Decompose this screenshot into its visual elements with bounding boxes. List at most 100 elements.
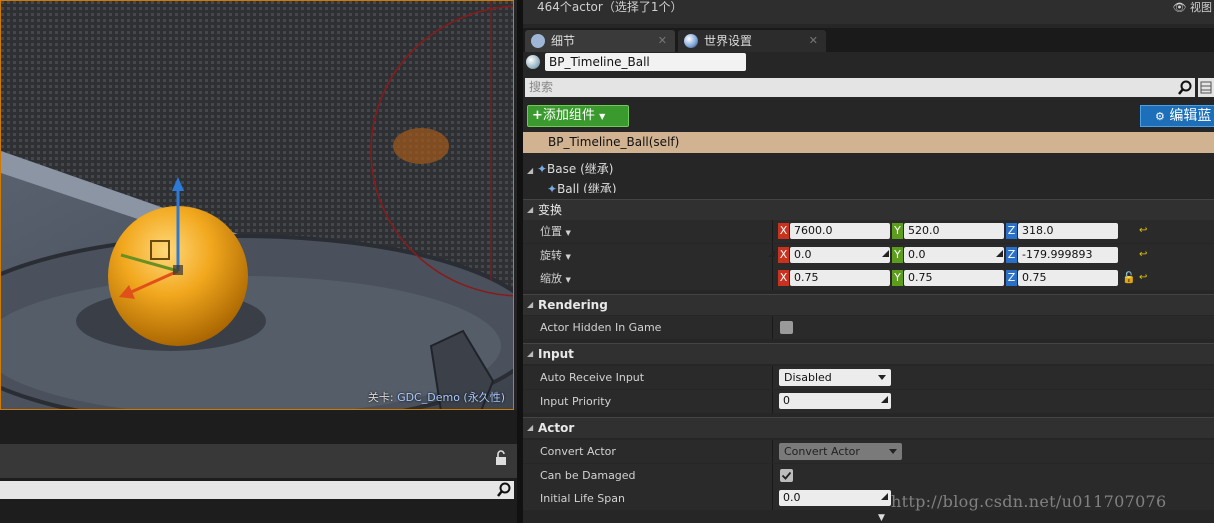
column-divider[interactable] bbox=[772, 220, 773, 243]
category-input[interactable]: ◢ Input bbox=[523, 343, 1214, 364]
property-row-input-priority: Input Priority 0 bbox=[523, 390, 1214, 413]
details-search-input[interactable]: 搜索 bbox=[525, 78, 1195, 97]
viewport-scene[interactable] bbox=[1, 1, 514, 410]
dropdown-arrow-icon: ▼ bbox=[565, 276, 571, 284]
component-self-row[interactable]: BP_Timeline_Ball(self) bbox=[523, 132, 1214, 153]
tab-strip: 细节 ✕ 世界设置 ✕ bbox=[523, 28, 1214, 52]
property-row-scale: 缩放 ▼ X 0.75 Y 0.75 Z 0.75 🔓 ↩ bbox=[523, 267, 1214, 290]
info-icon bbox=[531, 34, 545, 48]
component-tree: ◢ ✦Base (继承) ✦Ball (继承) bbox=[523, 156, 1214, 193]
edit-blueprint-label: 编辑蓝 bbox=[1169, 108, 1212, 124]
location-label[interactable]: 位置 ▼ bbox=[540, 220, 571, 245]
tree-item-base[interactable]: ◢ ✦Base (继承) bbox=[527, 160, 613, 177]
actor-count: 464个actor（选择了1个） bbox=[537, 0, 683, 14]
reset-icon[interactable]: ↩ bbox=[1139, 249, 1147, 260]
expand-arrow-icon[interactable]: ▼ bbox=[878, 513, 885, 523]
close-icon[interactable]: ✕ bbox=[809, 30, 818, 52]
content-search-input[interactable] bbox=[0, 481, 514, 499]
spin-icon bbox=[996, 250, 1003, 257]
dropdown-arrow-icon: ▼ bbox=[565, 229, 571, 237]
spin-icon bbox=[768, 250, 775, 257]
tab-world-settings-label: 世界设置 bbox=[704, 34, 753, 48]
eye-icon: 👁 bbox=[1172, 1, 1187, 14]
component-icon: ✦ bbox=[547, 182, 558, 193]
view-options-label: 视图 bbox=[1190, 1, 1212, 14]
dropdown-arrow-icon: ▼ bbox=[565, 253, 571, 261]
field-value: 0 bbox=[783, 394, 790, 407]
collapse-arrow-icon: ◢ bbox=[527, 205, 534, 214]
dropdown-arrow-icon: ▼ bbox=[599, 112, 606, 121]
view-options-button[interactable]: 👁 视图 bbox=[1173, 0, 1212, 15]
actor-hidden-checkbox[interactable] bbox=[780, 321, 793, 334]
convert-actor-dropdown[interactable]: Convert Actor bbox=[779, 443, 902, 460]
dropdown-value: Convert Actor bbox=[784, 445, 860, 458]
initial-life-span-field[interactable]: 0.0 bbox=[779, 490, 891, 506]
property-row-actor-hidden: Actor Hidden In Game bbox=[523, 316, 1214, 339]
column-divider[interactable] bbox=[772, 316, 773, 339]
unlock-icon[interactable]: 🔓 bbox=[1122, 271, 1136, 284]
search-icon[interactable] bbox=[1177, 80, 1193, 99]
collapse-arrow-icon: ◢ bbox=[527, 300, 534, 309]
content-toolbar bbox=[0, 444, 517, 478]
collapse-arrow-icon: ◢ bbox=[527, 423, 534, 432]
plus-icon: + bbox=[532, 108, 543, 123]
watermark: http://blog.csdn.net/u011707076 bbox=[891, 492, 1167, 511]
collapse-arrow-icon: ◢ bbox=[527, 349, 534, 358]
checkmark-icon bbox=[781, 471, 792, 480]
tree-item-label: Ball (继承) bbox=[557, 182, 617, 193]
distant-ball bbox=[393, 128, 449, 164]
category-actor[interactable]: ◢ Actor bbox=[523, 417, 1214, 438]
column-divider[interactable] bbox=[772, 487, 773, 510]
property-row-can-be-damaged: Can be Damaged bbox=[523, 464, 1214, 487]
lock-icon[interactable] bbox=[493, 450, 509, 466]
input-priority-field[interactable]: 0 bbox=[779, 393, 891, 409]
auto-receive-input-dropdown[interactable]: Disabled bbox=[779, 369, 891, 386]
column-divider[interactable] bbox=[772, 440, 773, 463]
spin-icon bbox=[881, 493, 888, 500]
actor-name-field[interactable]: BP_Timeline_Ball bbox=[545, 53, 746, 71]
category-rendering[interactable]: ◢ Rendering bbox=[523, 294, 1214, 315]
column-divider[interactable] bbox=[772, 366, 773, 389]
scale-label[interactable]: 缩放 ▼ bbox=[540, 267, 571, 292]
property-row-auto-receive-input: Auto Receive Input Disabled bbox=[523, 366, 1214, 389]
tree-item-label: Base (继承) bbox=[547, 162, 614, 176]
close-icon[interactable]: ✕ bbox=[658, 30, 667, 52]
spin-icon bbox=[881, 396, 888, 403]
field-value: 0.0 bbox=[783, 491, 801, 504]
rotation-label[interactable]: 旋转 ▼ bbox=[540, 244, 571, 269]
column-divider[interactable] bbox=[772, 464, 773, 487]
category-transform[interactable]: ◢ 变换 bbox=[523, 199, 1214, 220]
tab-details[interactable]: 细节 ✕ bbox=[525, 30, 675, 52]
dropdown-value: Disabled bbox=[784, 371, 832, 384]
category-label: Actor bbox=[538, 421, 575, 435]
column-divider[interactable] bbox=[772, 390, 773, 413]
input-priority-label: Input Priority bbox=[540, 395, 612, 408]
property-row-rotation: 旋转 ▼ X 0.0 Y 0.0 Z -179.999893 ↩ bbox=[523, 244, 1214, 267]
details-region: 464个actor（选择了1个） 👁 视图 细节 ✕ 世界设置 ✕ BP_Tim… bbox=[523, 0, 1214, 523]
gizmo-center[interactable] bbox=[173, 265, 183, 275]
level-prefix: 关卡: bbox=[367, 391, 394, 404]
search-icon[interactable] bbox=[496, 482, 512, 501]
tree-item-ball[interactable]: ✦Ball (继承) bbox=[547, 180, 617, 193]
more-expander[interactable]: ▼ bbox=[523, 512, 1214, 523]
spin-icon bbox=[882, 250, 889, 257]
edit-blueprint-button[interactable]: ⚙ 编辑蓝 bbox=[1140, 105, 1214, 127]
column-divider[interactable] bbox=[772, 267, 773, 290]
actor-hidden-label: Actor Hidden In Game bbox=[540, 321, 662, 334]
level-name: GDC_Demo (永久性) bbox=[397, 391, 505, 404]
initial-life-span-label: Initial Life Span bbox=[540, 492, 625, 505]
reset-icon[interactable]: ↩ bbox=[1139, 225, 1147, 236]
add-component-button[interactable]: +添加组件 ▼ bbox=[527, 105, 629, 127]
property-matrix-button[interactable] bbox=[1198, 78, 1214, 97]
level-viewport[interactable]: 关卡: GDC_Demo (永久性) bbox=[0, 0, 514, 410]
can-be-damaged-checkbox[interactable] bbox=[780, 469, 793, 482]
chevron-down-icon bbox=[889, 449, 897, 454]
tab-world-settings[interactable]: 世界设置 ✕ bbox=[678, 30, 826, 52]
reset-icon[interactable]: ↩ bbox=[1139, 272, 1147, 283]
auto-receive-input-label: Auto Receive Input bbox=[540, 371, 645, 384]
property-row-location: 位置 ▼ X 7600.0 Y 520.0 Z 318.0 ↩ bbox=[523, 220, 1214, 243]
add-component-label: 添加组件 bbox=[542, 108, 595, 123]
tab-details-label: 细节 bbox=[551, 34, 576, 48]
level-label: 关卡: GDC_Demo (永久性) bbox=[368, 389, 505, 405]
can-be-damaged-label: Can be Damaged bbox=[540, 469, 636, 482]
